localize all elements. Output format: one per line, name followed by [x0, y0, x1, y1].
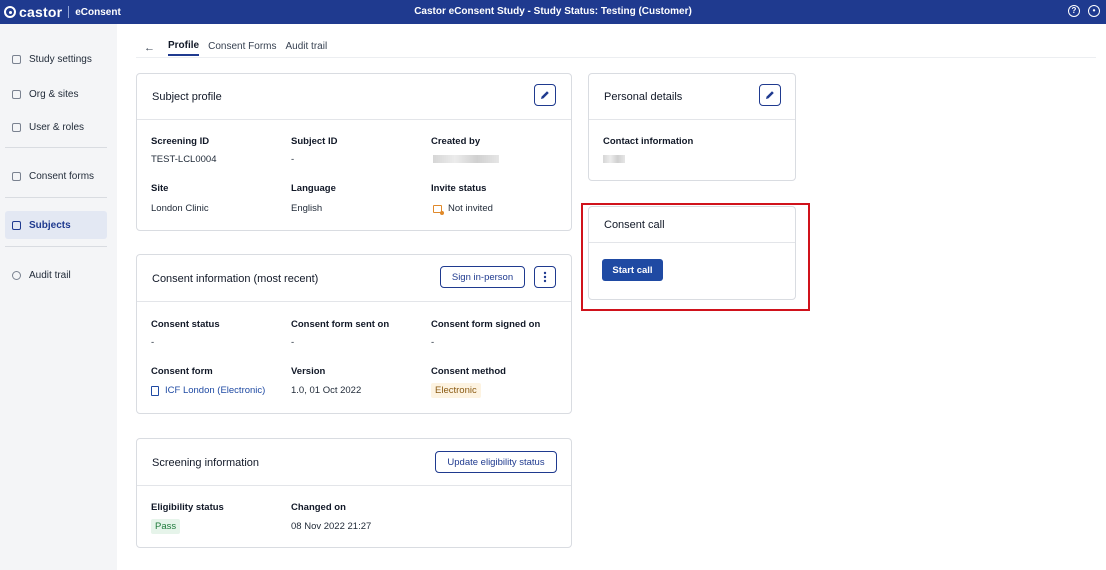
sidebar-item-org-sites[interactable]: Org & sites	[5, 80, 107, 108]
card-title: Screening information	[152, 457, 260, 469]
sidebar-item-label: Subjects	[29, 219, 71, 231]
card-title: Consent information (most recent)	[152, 273, 319, 285]
update-eligibility-status-button[interactable]: Update eligibility status	[435, 451, 557, 473]
field-value: London Clinic	[151, 203, 209, 214]
card-title: Subject profile	[152, 91, 222, 103]
invite-status-value: Not invited	[433, 203, 493, 215]
field-value: TEST-LCL0004	[151, 154, 217, 165]
card-header: Screening information Update eligibility…	[137, 439, 571, 486]
back-arrow-icon[interactable]: ←	[144, 42, 155, 54]
kebab-menu-icon	[543, 271, 547, 283]
highlight-box	[581, 203, 810, 311]
field-label: Subject ID	[291, 136, 338, 147]
field-label: Consent form signed on	[431, 319, 541, 330]
field-value: English	[291, 203, 323, 214]
redacted-value	[433, 155, 499, 163]
account-icon[interactable]: •	[1088, 5, 1100, 17]
field-label: Consent status	[151, 319, 220, 330]
sidebar-item-subjects[interactable]: Subjects	[5, 211, 107, 239]
field-value: 1.0, 01 Oct 2022	[291, 385, 362, 396]
sidebar: Study settings Org & sites User & roles …	[0, 24, 117, 570]
field-label: Invite status	[431, 183, 487, 194]
field-label: Consent form	[151, 366, 213, 377]
field-value: 08 Nov 2022 21:27	[291, 521, 372, 532]
history-icon	[12, 270, 21, 280]
field-label: Consent form sent on	[291, 319, 390, 330]
field-label: Site	[151, 183, 169, 194]
sidebar-item-study-settings[interactable]: Study settings	[5, 45, 107, 73]
redacted-value	[603, 155, 625, 163]
personal-details-card: Personal details Contact information	[588, 73, 796, 181]
sidebar-divider	[5, 147, 107, 148]
sidebar-item-audit-trail[interactable]: Audit trail	[5, 261, 107, 289]
tab-audit-trail[interactable]: Audit trail	[285, 41, 327, 55]
tab-profile[interactable]: Profile	[168, 40, 200, 56]
field-label: Language	[291, 183, 336, 194]
field-label: Changed on	[291, 502, 346, 513]
field-value: -	[291, 154, 295, 165]
card-header: Personal details	[589, 74, 795, 120]
card-title: Personal details	[604, 91, 683, 103]
field-label: Consent method	[431, 366, 506, 377]
edit-subject-button[interactable]	[534, 84, 556, 106]
subjects-icon	[12, 220, 21, 230]
sidebar-divider	[5, 197, 107, 198]
sidebar-item-label: Consent forms	[29, 170, 95, 182]
document-icon	[151, 385, 159, 396]
document-icon	[12, 171, 21, 181]
tabs-divider	[136, 57, 1096, 58]
edit-personal-details-button[interactable]	[759, 84, 781, 106]
sidebar-item-label: Org & sites	[29, 88, 79, 100]
field-label: Contact information	[603, 136, 694, 147]
screening-information-card: Screening information Update eligibility…	[136, 438, 572, 548]
consent-information-card: Consent information (most recent) Sign i…	[136, 254, 572, 414]
building-icon	[12, 89, 21, 99]
field-value: Not invited	[448, 203, 493, 214]
field-label: Version	[291, 366, 326, 377]
card-header: Consent information (most recent) Sign i…	[137, 255, 571, 302]
help-icon[interactable]: ?	[1068, 5, 1080, 17]
invite-status-icon	[433, 204, 444, 215]
top-icons: ? •	[1068, 5, 1100, 17]
sign-in-person-button[interactable]: Sign in-person	[440, 266, 525, 288]
pencil-icon	[766, 91, 774, 99]
users-icon	[12, 122, 21, 132]
sidebar-divider	[5, 246, 107, 247]
subject-profile-card: Subject profile Screening ID TEST-LCL000…	[136, 73, 572, 231]
sidebar-item-user-roles[interactable]: User & roles	[5, 113, 107, 141]
sidebar-item-label: User & roles	[29, 121, 85, 133]
tab-consent-forms[interactable]: Consent Forms	[208, 41, 276, 55]
card-header: Subject profile	[137, 74, 571, 120]
top-bar: castor eConsent Castor eConsent Study - …	[0, 0, 1106, 24]
consent-form-link[interactable]: ICF London (Electronic)	[151, 385, 265, 396]
field-value: -	[151, 337, 155, 348]
tab-bar: ← Profile Consent Forms Audit trail	[144, 38, 336, 58]
field-value: -	[431, 337, 435, 348]
field-label: Created by	[431, 136, 481, 147]
field-label: Screening ID	[151, 136, 210, 147]
field-value: -	[291, 337, 295, 348]
book-icon	[12, 54, 21, 64]
consent-method-badge: Electronic	[431, 383, 481, 398]
pencil-icon	[541, 91, 549, 99]
field-label: Eligibility status	[151, 502, 224, 513]
link-text: ICF London (Electronic)	[165, 385, 266, 396]
sidebar-item-consent-forms[interactable]: Consent forms	[5, 162, 107, 190]
study-title: Castor eConsent Study - Study Status: Te…	[414, 6, 692, 17]
sidebar-item-label: Audit trail	[29, 269, 71, 281]
sidebar-item-label: Study settings	[29, 53, 92, 65]
eligibility-status-badge: Pass	[151, 519, 181, 534]
more-options-button[interactable]	[534, 266, 556, 288]
